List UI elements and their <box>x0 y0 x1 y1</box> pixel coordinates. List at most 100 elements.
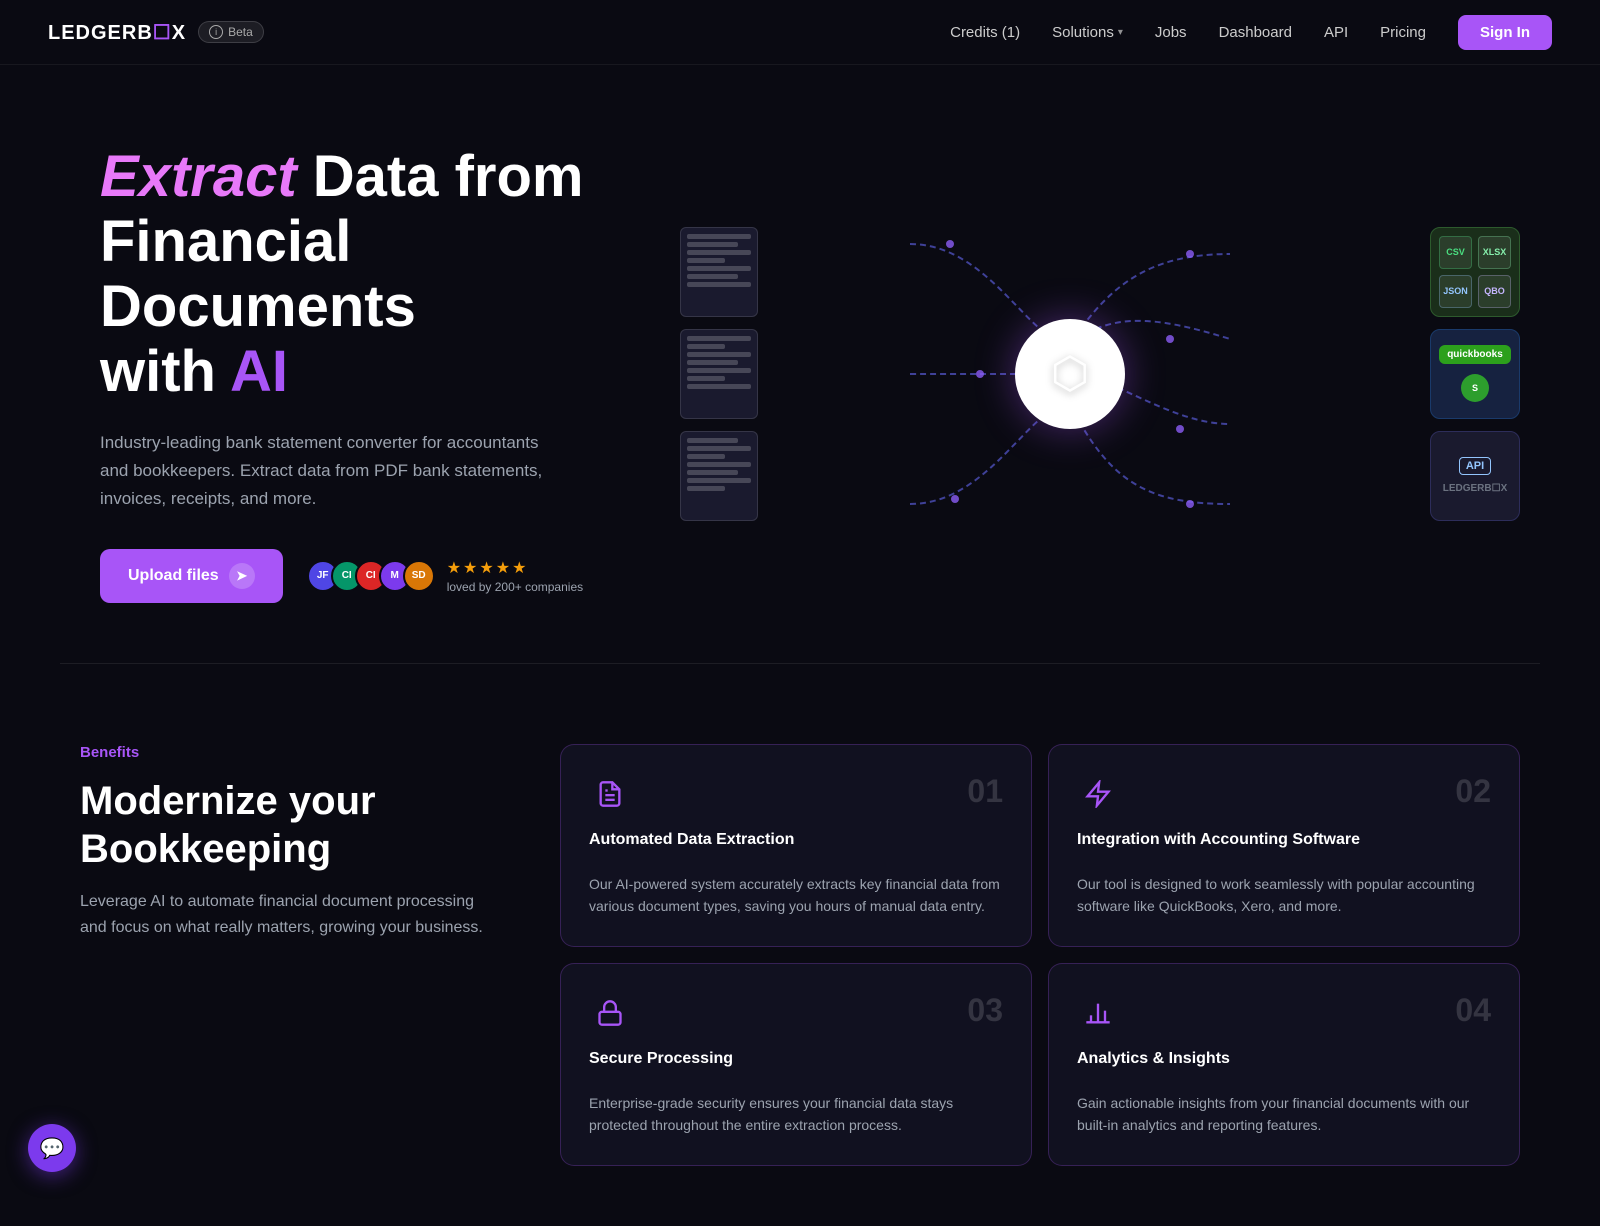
beta-label: Beta <box>228 25 253 39</box>
benefits-description: Leverage AI to automate financial docume… <box>80 889 500 940</box>
hero-title-line2: Financial Documents <box>100 209 416 339</box>
benefits-left: Benefits Modernize your Bookkeeping Leve… <box>80 744 500 1166</box>
doc-line <box>687 454 725 459</box>
doc-line <box>687 274 738 279</box>
doc-line <box>687 478 751 483</box>
benefit-card-04: 04 Analytics & Insights Gain actionable … <box>1048 963 1520 1166</box>
card-number: 01 <box>967 773 1003 810</box>
doc-line <box>687 368 751 373</box>
document-column <box>680 227 758 521</box>
rating: ★★★★★ loved by 200+ companies <box>447 558 583 594</box>
doc-line <box>687 360 738 365</box>
card-description: Enterprise-grade security ensures your f… <box>589 1092 1003 1137</box>
hero-title-rest1: Data from <box>297 144 584 209</box>
card-description: Our AI-powered system accurately extract… <box>589 873 1003 918</box>
document-card <box>680 227 758 317</box>
card-title: Secure Processing <box>589 1050 1003 1068</box>
api-label: LEDGERB☐X <box>1443 483 1508 494</box>
chat-widget[interactable]: 💬 <box>28 1124 76 1172</box>
doc-line <box>687 266 751 271</box>
doc-line <box>687 344 725 349</box>
card-title: Analytics & Insights <box>1077 1050 1491 1068</box>
benefits-cards: 01 Automated Data Extraction Our AI-powe… <box>560 744 1520 1166</box>
doc-line <box>687 462 751 467</box>
nav-solutions[interactable]: Solutions ▾ <box>1052 24 1123 41</box>
qbo-tag: QBO <box>1478 275 1511 308</box>
doc-line <box>687 376 725 381</box>
avatar-group: JF CI CI M SD <box>307 560 435 592</box>
benefit-card-02: 02 Integration with Accounting Software … <box>1048 744 1520 947</box>
hero-visual: ⬡ CSV XLSX JSON QBO quickbooks S <box>620 164 1520 584</box>
csv-xlsx-card: CSV XLSX JSON QBO <box>1430 227 1520 317</box>
api-badge: API <box>1459 457 1491 475</box>
benefit-card-03: 03 Secure Processing Enterprise-grade se… <box>560 963 1032 1166</box>
navigation: LEDGERB☐X i Beta Credits (1) Solutions ▾… <box>0 0 1600 65</box>
hero-description: Industry-leading bank statement converte… <box>100 429 570 513</box>
doc-line <box>687 282 751 287</box>
nav-credits[interactable]: Credits (1) <box>950 24 1020 41</box>
doc-line <box>687 352 751 357</box>
lightning-icon <box>1077 773 1119 815</box>
quickbooks-logo: quickbooks <box>1439 345 1511 364</box>
nav-dashboard[interactable]: Dashboard <box>1219 24 1292 41</box>
nav-jobs[interactable]: Jobs <box>1155 24 1187 41</box>
upload-button[interactable]: Upload files ➤ <box>100 549 283 603</box>
quickbooks-card: quickbooks S <box>1430 329 1520 419</box>
card-top: 03 <box>589 992 1003 1034</box>
hero-title: Extract Data from Financial Documents wi… <box>100 145 620 405</box>
hero-actions: Upload files ➤ JF CI CI M SD ★★★★★ loved… <box>100 549 620 603</box>
hero-extract: Extract <box>100 144 297 209</box>
card-title: Automated Data Extraction <box>589 831 1003 849</box>
stars-display: ★★★★★ <box>447 558 583 578</box>
card-number: 04 <box>1455 992 1491 1029</box>
arrow-icon: ➤ <box>229 563 255 589</box>
benefits-section: Benefits Modernize your Bookkeeping Leve… <box>0 664 1600 1226</box>
card-top: 02 <box>1077 773 1491 815</box>
api-card: API LEDGERB☐X <box>1430 431 1520 521</box>
sage-logo: S <box>1461 374 1489 402</box>
chat-icon: 💬 <box>40 1136 65 1161</box>
card-title: Integration with Accounting Software <box>1077 831 1491 849</box>
loved-text: loved by 200+ companies <box>447 580 583 594</box>
card-top: 01 <box>589 773 1003 815</box>
nav-pricing[interactable]: Pricing <box>1380 24 1426 41</box>
nav-api[interactable]: API <box>1324 24 1348 41</box>
json-tag: JSON <box>1439 275 1472 308</box>
benefits-tag: Benefits <box>80 744 500 761</box>
nav-left: LEDGERB☐X i Beta <box>48 20 264 45</box>
xlsx-tag: XLSX <box>1478 236 1511 269</box>
doc-line <box>687 336 751 341</box>
card-number: 03 <box>967 992 1003 1029</box>
doc-line <box>687 470 738 475</box>
doc-line <box>687 486 725 491</box>
beta-badge: i Beta <box>198 21 264 43</box>
doc-line <box>687 250 751 255</box>
card-description: Our tool is designed to work seamlessly … <box>1077 873 1491 918</box>
doc-line <box>687 234 751 239</box>
hero-text: Extract Data from Financial Documents wi… <box>100 145 620 603</box>
logo[interactable]: LEDGERB☐X <box>48 20 186 45</box>
avatar: SD <box>403 560 435 592</box>
doc-line <box>687 438 738 443</box>
upload-label: Upload files <box>128 567 219 585</box>
info-icon: i <box>209 25 223 39</box>
center-cube: ⬡ <box>1015 319 1125 429</box>
hero-ai: AI <box>230 339 288 404</box>
cube-icon: ⬡ <box>1051 348 1089 399</box>
hero-section: Extract Data from Financial Documents wi… <box>0 65 1600 663</box>
social-proof: JF CI CI M SD ★★★★★ loved by 200+ compan… <box>307 558 583 594</box>
chevron-down-icon: ▾ <box>1118 27 1123 38</box>
doc-line <box>687 446 751 451</box>
benefits-title: Modernize your Bookkeeping <box>80 777 500 873</box>
lock-icon <box>589 992 631 1034</box>
csv-tag: CSV <box>1439 236 1472 269</box>
hero-title-line3-pre: with <box>100 339 230 404</box>
card-top: 04 <box>1077 992 1491 1034</box>
doc-line <box>687 242 738 247</box>
document-card <box>680 329 758 419</box>
card-number: 02 <box>1455 773 1491 810</box>
card-description: Gain actionable insights from your finan… <box>1077 1092 1491 1137</box>
benefit-card-01: 01 Automated Data Extraction Our AI-powe… <box>560 744 1032 947</box>
signin-button[interactable]: Sign In <box>1458 15 1552 50</box>
output-column: CSV XLSX JSON QBO quickbooks S API LEDGE… <box>1430 227 1520 521</box>
